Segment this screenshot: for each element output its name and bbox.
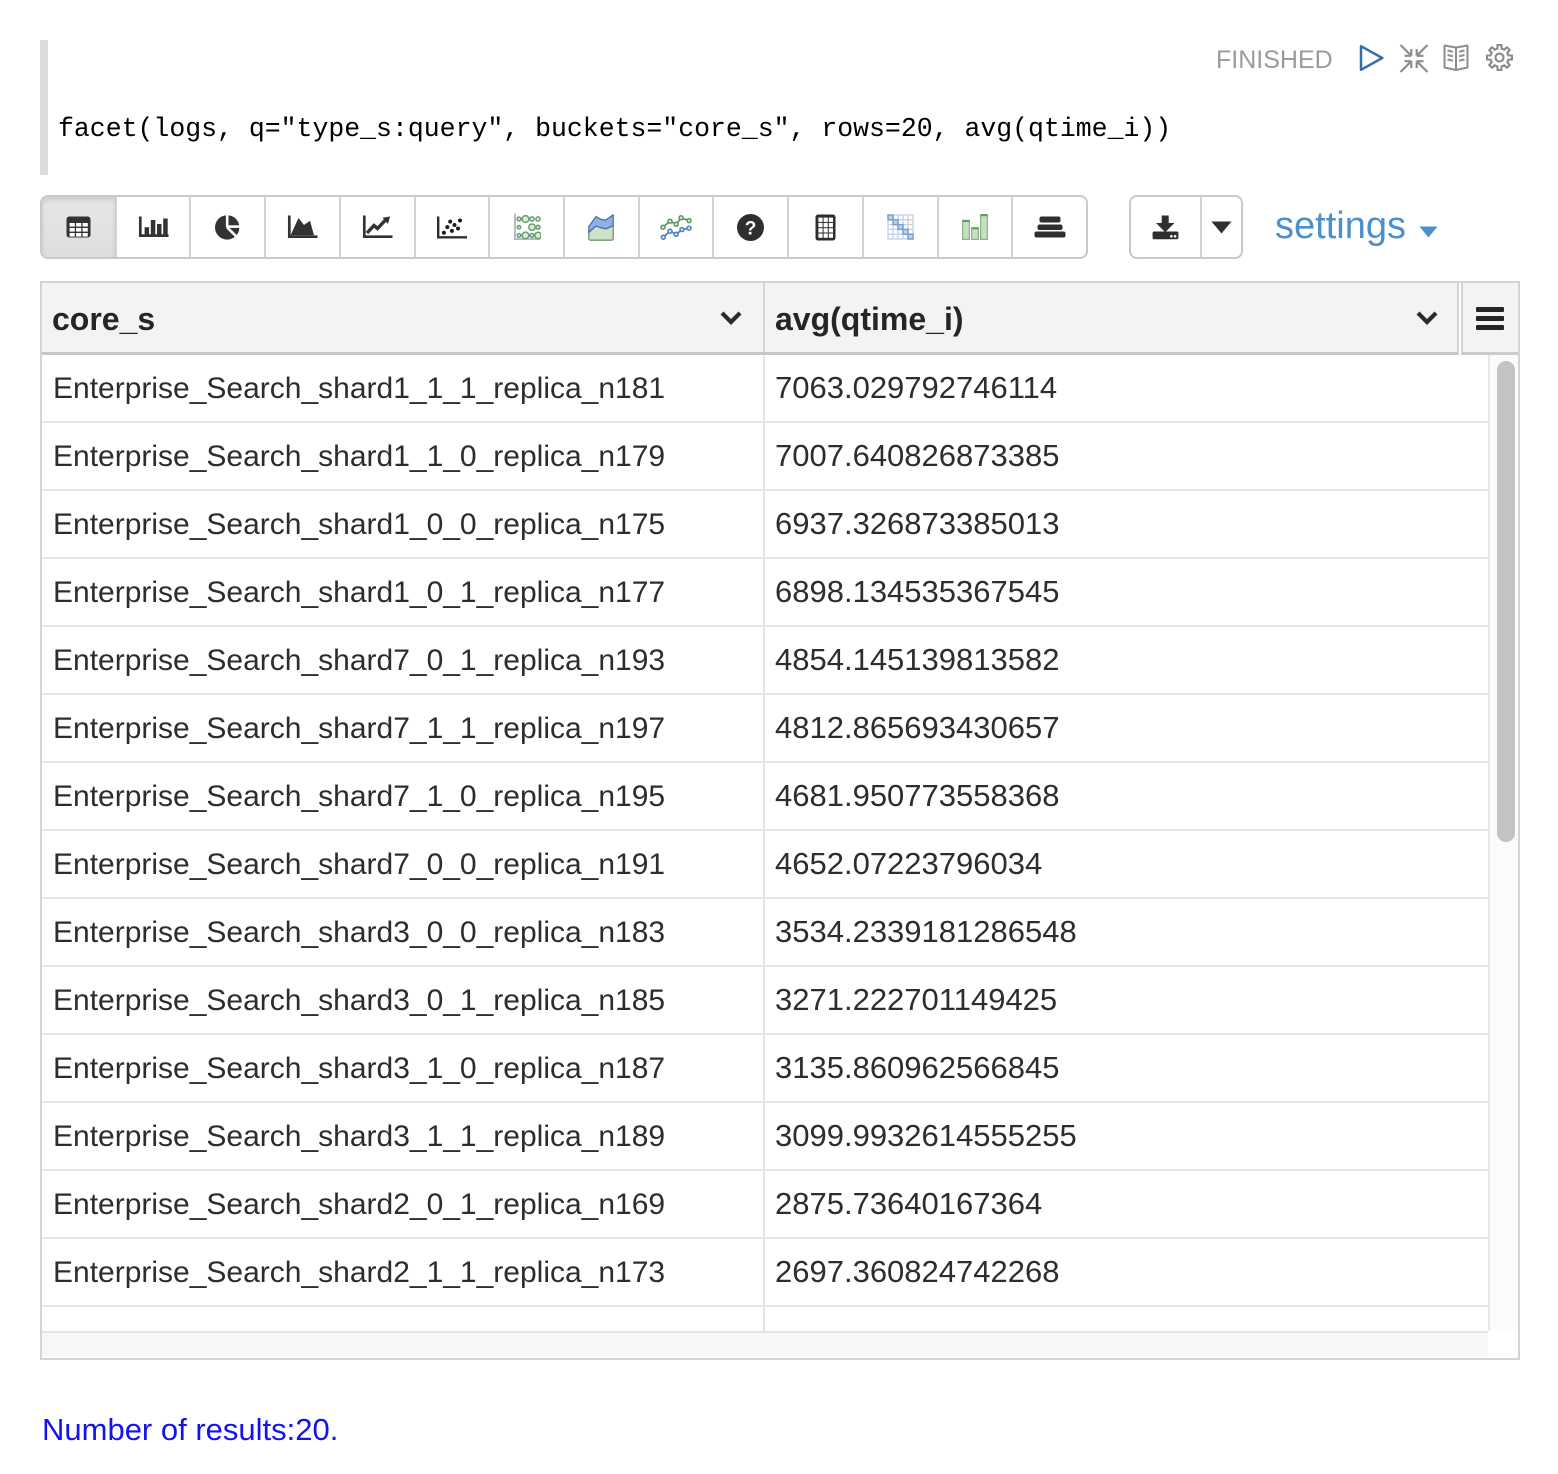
svg-text:?: ?	[745, 218, 757, 239]
